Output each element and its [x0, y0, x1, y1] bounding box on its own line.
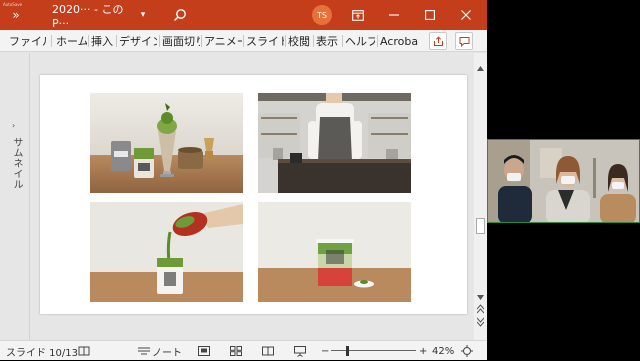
- tab-animations[interactable]: アニメー: [204, 30, 242, 52]
- tab-acrobat[interactable]: Acroba: [380, 30, 418, 52]
- current-slide[interactable]: [40, 75, 467, 314]
- tab-design[interactable]: デザイン: [119, 30, 157, 52]
- slide-counter[interactable]: スライド 10/13: [6, 341, 78, 361]
- close-icon[interactable]: [458, 0, 474, 30]
- photo-matcha-products[interactable]: [90, 93, 243, 193]
- minimize-icon[interactable]: [386, 0, 402, 30]
- search-icon[interactable]: [170, 0, 190, 30]
- next-slide-icon[interactable]: [476, 312, 485, 327]
- scroll-up-icon[interactable]: [477, 56, 484, 71]
- thumbnail-pane[interactable]: › サムネイル: [0, 53, 30, 340]
- slideshow-icon[interactable]: [294, 341, 306, 361]
- ribbon-tabs: ファイル ホーム 挿入 デザイン 画面切り アニメー スライド 校閲 表示 ヘル…: [0, 30, 487, 52]
- participant-video[interactable]: [487, 139, 640, 223]
- maximize-icon[interactable]: [422, 0, 438, 30]
- thumbnails-label[interactable]: サムネイル: [9, 137, 24, 190]
- document-title[interactable]: 2020··· - この P···: [52, 0, 138, 30]
- ribbon-divider: [201, 35, 202, 47]
- zoom-out-button[interactable]: −: [321, 341, 329, 361]
- tab-home[interactable]: ホーム: [56, 30, 87, 52]
- status-bar: スライド 10/13 ノート − + 42%: [0, 340, 487, 360]
- zoom-slider[interactable]: [331, 341, 416, 361]
- zoom-track: [331, 350, 416, 351]
- notes-button[interactable]: ノート: [152, 341, 182, 361]
- tab-view[interactable]: 表示: [316, 30, 340, 52]
- scroll-down-icon[interactable]: [477, 285, 484, 300]
- ribbon-divider: [88, 35, 89, 47]
- zoom-in-button[interactable]: +: [419, 341, 427, 361]
- ribbon-divider: [342, 35, 343, 47]
- expand-thumbnails-icon[interactable]: ›: [12, 121, 15, 130]
- tab-insert[interactable]: 挿入: [91, 30, 115, 52]
- slide-sorter-icon[interactable]: [230, 341, 242, 361]
- title-bar: AutoSave » 2020··· - この P··· ▾ TS: [0, 0, 487, 30]
- powerpoint-window: AutoSave » 2020··· - この P··· ▾ TS ファイル ホ…: [0, 0, 487, 360]
- qat-more-button[interactable]: »: [8, 0, 24, 30]
- tab-file[interactable]: ファイル: [9, 30, 47, 52]
- zoom-thumb[interactable]: [346, 346, 349, 356]
- share-button[interactable]: [429, 32, 447, 50]
- ribbon-divider: [285, 35, 286, 47]
- tab-slideshow[interactable]: スライド: [246, 30, 284, 52]
- tab-transitions[interactable]: 画面切り: [162, 30, 200, 52]
- fit-to-window-icon[interactable]: [461, 341, 473, 361]
- ribbon-divider: [313, 35, 314, 47]
- vertical-scrollbar[interactable]: [474, 53, 487, 340]
- normal-view-icon[interactable]: [198, 341, 210, 361]
- comments-button[interactable]: [455, 32, 473, 50]
- ribbon-divider: [377, 35, 378, 47]
- tab-review[interactable]: 校閲: [288, 30, 312, 52]
- title-dropdown-icon[interactable]: ▾: [138, 0, 148, 30]
- photo-barista[interactable]: [258, 93, 411, 193]
- user-avatar[interactable]: TS: [312, 5, 332, 25]
- notes-icon[interactable]: [138, 341, 150, 361]
- previous-slide-icon[interactable]: [476, 299, 485, 314]
- ribbon-divider: [51, 35, 52, 47]
- ribbon-divider: [243, 35, 244, 47]
- scroll-thumb[interactable]: [476, 218, 485, 234]
- tab-help[interactable]: ヘルプ: [345, 30, 375, 52]
- ribbon-divider: [159, 35, 160, 47]
- photo-pouring-matcha[interactable]: [90, 202, 243, 302]
- ribbon-display-options-icon[interactable]: [350, 0, 366, 30]
- zoom-level[interactable]: 42%: [432, 341, 454, 361]
- photo-layered-drink[interactable]: [258, 202, 411, 302]
- ribbon-divider: [116, 35, 117, 47]
- accessibility-icon[interactable]: [78, 341, 90, 361]
- reading-view-icon[interactable]: [262, 341, 274, 361]
